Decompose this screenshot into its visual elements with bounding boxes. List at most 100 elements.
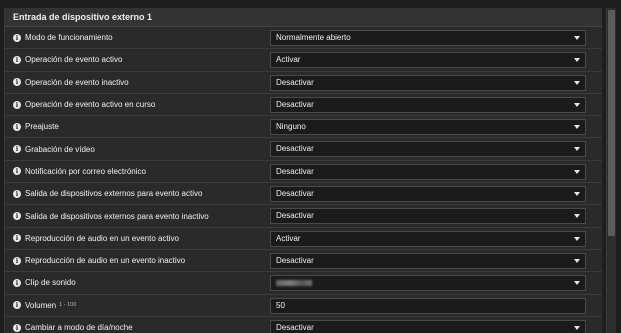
row-label: i Preajuste: [5, 122, 267, 131]
operation-mode-select[interactable]: Normalmente abierto: [270, 30, 586, 46]
row-label: i Clip de sonido: [5, 278, 267, 287]
row-label: i Operación de evento inactivo: [5, 78, 267, 87]
preset-select[interactable]: Ninguno: [270, 119, 586, 136]
inactive-event-operation-select[interactable]: Desactivar: [270, 74, 586, 91]
operation-mode-value: Normalmente abierto: [276, 33, 351, 42]
day-night-mode-label: Cambiar a modo de día/noche: [25, 323, 133, 332]
row-label: i Reproducción de audio en un evento ina…: [5, 256, 267, 265]
active-event-operation-select[interactable]: Activar: [270, 52, 586, 69]
audio-active-value: Activar: [276, 233, 301, 243]
info-icon[interactable]: i: [13, 78, 21, 87]
active-event-operation-label: Operación de evento activo: [25, 55, 123, 65]
settings-list: i Modo de funcionamiento Normalmente abi…: [5, 27, 602, 333]
row-active-event-operation: i Operación de evento activo Activar: [5, 49, 602, 72]
chevron-down-icon: [574, 125, 580, 130]
external-output-active-label: Salida de dispositivos externos para eve…: [25, 189, 203, 199]
email-notification-label: Notificación por correo electrónico: [25, 166, 146, 176]
video-recording-value: Desactivar: [276, 144, 314, 154]
info-icon[interactable]: i: [13, 145, 21, 154]
audio-active-select[interactable]: Activar: [270, 230, 586, 247]
row-external-output-inactive: i Salida de dispositivos externos para e…: [5, 205, 602, 228]
row-label: i Salida de dispositivos externos para e…: [5, 189, 267, 198]
volume-input[interactable]: 50: [270, 297, 586, 314]
row-video-recording: i Grabación de vídeo Desactivar: [5, 138, 602, 161]
external-input-panel: Entrada de dispositivo externo 1 i Modo …: [4, 8, 602, 333]
email-notification-value: Desactivar: [276, 166, 314, 176]
external-output-inactive-value: Desactivar: [276, 211, 314, 221]
chevron-down-icon: [574, 102, 580, 107]
row-inactive-event-operation: i Operación de evento inactivo Desactiva…: [5, 72, 602, 94]
sound-clip-label: Clip de sonido: [25, 278, 76, 288]
row-label: i Operación de evento activo en curso: [5, 100, 267, 109]
row-label: i Operación de evento activo: [5, 55, 267, 64]
row-operation-mode: i Modo de funcionamiento Normalmente abi…: [5, 27, 602, 50]
chevron-down-icon: [574, 325, 580, 330]
chevron-down-icon: [574, 36, 580, 40]
sound-clip-select[interactable]: [270, 275, 586, 292]
settings-window: Entrada de dispositivo externo 1 i Modo …: [0, 0, 621, 333]
row-label: i Reproducción de audio en un evento act…: [5, 234, 267, 243]
audio-inactive-select[interactable]: Desactivar: [270, 252, 586, 269]
chevron-down-icon: [574, 80, 580, 85]
operation-mode-label: Modo de funcionamiento: [25, 33, 113, 43]
inactive-event-operation-label: Operación de evento inactivo: [25, 77, 129, 87]
chevron-down-icon: [574, 169, 580, 174]
info-icon[interactable]: i: [13, 256, 21, 265]
info-icon[interactable]: i: [13, 100, 21, 109]
ongoing-event-operation-value: Desactivar: [276, 99, 314, 109]
row-volume: i Volumen 1 - 100 50: [5, 295, 602, 317]
row-label: i Modo de funcionamiento: [5, 33, 267, 42]
info-icon[interactable]: i: [13, 167, 21, 176]
scrollbar-thumb[interactable]: [608, 10, 615, 236]
row-email-notification: i Notificación por correo electrónico De…: [5, 161, 602, 184]
info-icon[interactable]: i: [13, 301, 21, 310]
inactive-event-operation-value: Desactivar: [276, 77, 314, 87]
row-external-output-active: i Salida de dispositivos externos para e…: [5, 183, 602, 206]
external-output-active-value: Desactivar: [276, 189, 314, 199]
info-icon[interactable]: i: [13, 212, 21, 221]
row-ongoing-event-operation: i Operación de evento activo en curso De…: [5, 94, 602, 117]
audio-inactive-label: Reproducción de audio en un evento inact…: [25, 256, 186, 266]
vertical-scrollbar[interactable]: [606, 8, 616, 333]
row-label: i Salida de dispositivos externos para e…: [5, 212, 267, 221]
chevron-down-icon: [574, 281, 580, 286]
day-night-mode-value: Desactivar: [276, 322, 314, 332]
volume-value: 50: [276, 300, 285, 310]
email-notification-select[interactable]: Desactivar: [270, 163, 586, 180]
row-label: i Grabación de vídeo: [5, 145, 267, 154]
row-audio-inactive: i Reproducción de audio en un evento ina…: [5, 250, 602, 273]
audio-active-label: Reproducción de audio en un evento activ…: [25, 233, 179, 243]
chevron-down-icon: [574, 258, 580, 263]
info-icon[interactable]: i: [13, 33, 21, 42]
info-icon[interactable]: i: [13, 55, 21, 64]
row-label: i Volumen 1 - 100: [5, 301, 267, 310]
info-icon[interactable]: i: [13, 323, 21, 332]
info-icon[interactable]: i: [13, 234, 21, 243]
active-event-operation-value: Activar: [276, 55, 301, 65]
chevron-down-icon: [574, 147, 580, 152]
section-title: Entrada de dispositivo externo 1: [5, 8, 602, 27]
sound-clip-value: [276, 280, 312, 287]
volume-label: Volumen: [25, 300, 57, 310]
row-label: i Cambiar a modo de día/noche: [5, 323, 267, 332]
ongoing-event-operation-select[interactable]: Desactivar: [270, 96, 586, 113]
row-day-night-mode: i Cambiar a modo de día/noche Desactivar: [5, 317, 602, 333]
chevron-down-icon: [574, 236, 580, 241]
volume-range-hint: 1 - 100: [59, 302, 77, 309]
row-label: i Notificación por correo electrónico: [5, 167, 267, 176]
ongoing-event-operation-label: Operación de evento activo en curso: [25, 100, 156, 110]
chevron-down-icon: [574, 192, 580, 197]
external-output-inactive-label: Salida de dispositivos externos para eve…: [25, 211, 209, 221]
video-recording-label: Grabación de vídeo: [25, 144, 95, 154]
chevron-down-icon: [574, 214, 580, 219]
info-icon[interactable]: i: [13, 189, 21, 198]
day-night-mode-select[interactable]: Desactivar: [270, 319, 586, 333]
info-icon[interactable]: i: [13, 122, 21, 131]
video-recording-select[interactable]: Desactivar: [270, 141, 586, 158]
external-output-inactive-select[interactable]: Desactivar: [270, 208, 586, 225]
row-audio-active: i Reproducción de audio en un evento act…: [5, 228, 602, 250]
row-preset: i Preajuste Ninguno: [5, 116, 602, 139]
preset-value: Ninguno: [276, 122, 306, 132]
external-output-active-select[interactable]: Desactivar: [270, 186, 586, 203]
info-icon[interactable]: i: [13, 278, 21, 287]
